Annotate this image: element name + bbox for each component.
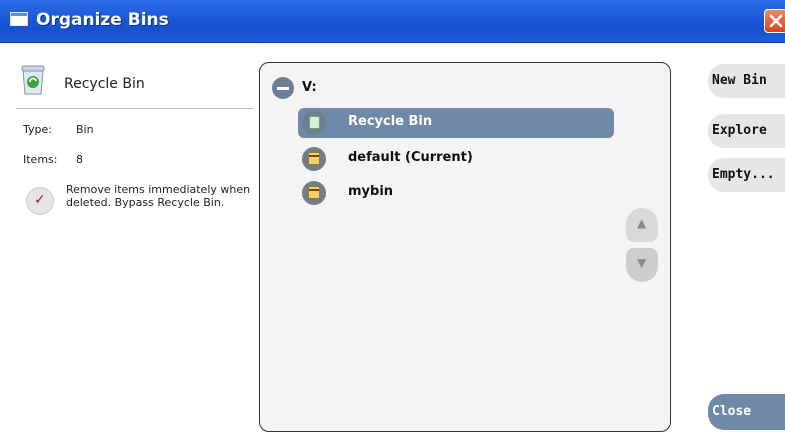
close-button[interactable]: Close bbox=[708, 394, 785, 430]
tree-item-label: Recycle Bin bbox=[348, 114, 433, 129]
window-title: Organize Bins bbox=[36, 10, 169, 30]
tree-item-label: mybin bbox=[348, 184, 394, 199]
recycle-bin-icon bbox=[21, 65, 45, 95]
divider bbox=[16, 108, 254, 109]
chevron-down-icon: ▼ bbox=[637, 256, 647, 270]
tree-item-label: default (Current) bbox=[348, 150, 473, 165]
type-value: Bin bbox=[76, 123, 94, 136]
tree-item-recycle-bin[interactable]: Recycle Bin bbox=[298, 108, 614, 138]
recycle-bin-icon bbox=[302, 111, 326, 135]
bin-icon bbox=[302, 147, 326, 171]
type-label: Type: bbox=[23, 123, 52, 136]
new-bin-button[interactable]: New Bin bbox=[708, 64, 785, 98]
scroll-down-button[interactable]: ▼ bbox=[626, 248, 658, 282]
close-icon bbox=[769, 14, 783, 28]
collapse-icon[interactable] bbox=[272, 77, 294, 99]
bypass-recycle-checkbox[interactable]: ✓ bbox=[26, 187, 54, 215]
items-value: 8 bbox=[76, 153, 83, 166]
check-icon: ✓ bbox=[34, 192, 46, 208]
selected-bin-name: Recycle Bin bbox=[64, 76, 145, 92]
empty-button[interactable]: Empty... bbox=[708, 158, 785, 192]
bin-icon bbox=[302, 181, 326, 205]
tree-root-label[interactable]: V: bbox=[302, 80, 317, 95]
close-window-button[interactable] bbox=[764, 9, 785, 33]
tree-item-default[interactable]: default (Current) bbox=[298, 144, 614, 174]
explore-button[interactable]: Explore bbox=[708, 114, 785, 148]
chevron-up-icon: ▲ bbox=[637, 216, 647, 230]
title-bar: Organize Bins bbox=[0, 0, 785, 43]
window-icon bbox=[10, 12, 28, 26]
bypass-recycle-label: Remove items immediately when deleted. B… bbox=[66, 183, 251, 209]
items-label: Items: bbox=[23, 153, 58, 166]
scroll-up-button[interactable]: ▲ bbox=[626, 208, 658, 242]
tree-item-mybin[interactable]: mybin bbox=[298, 178, 614, 208]
